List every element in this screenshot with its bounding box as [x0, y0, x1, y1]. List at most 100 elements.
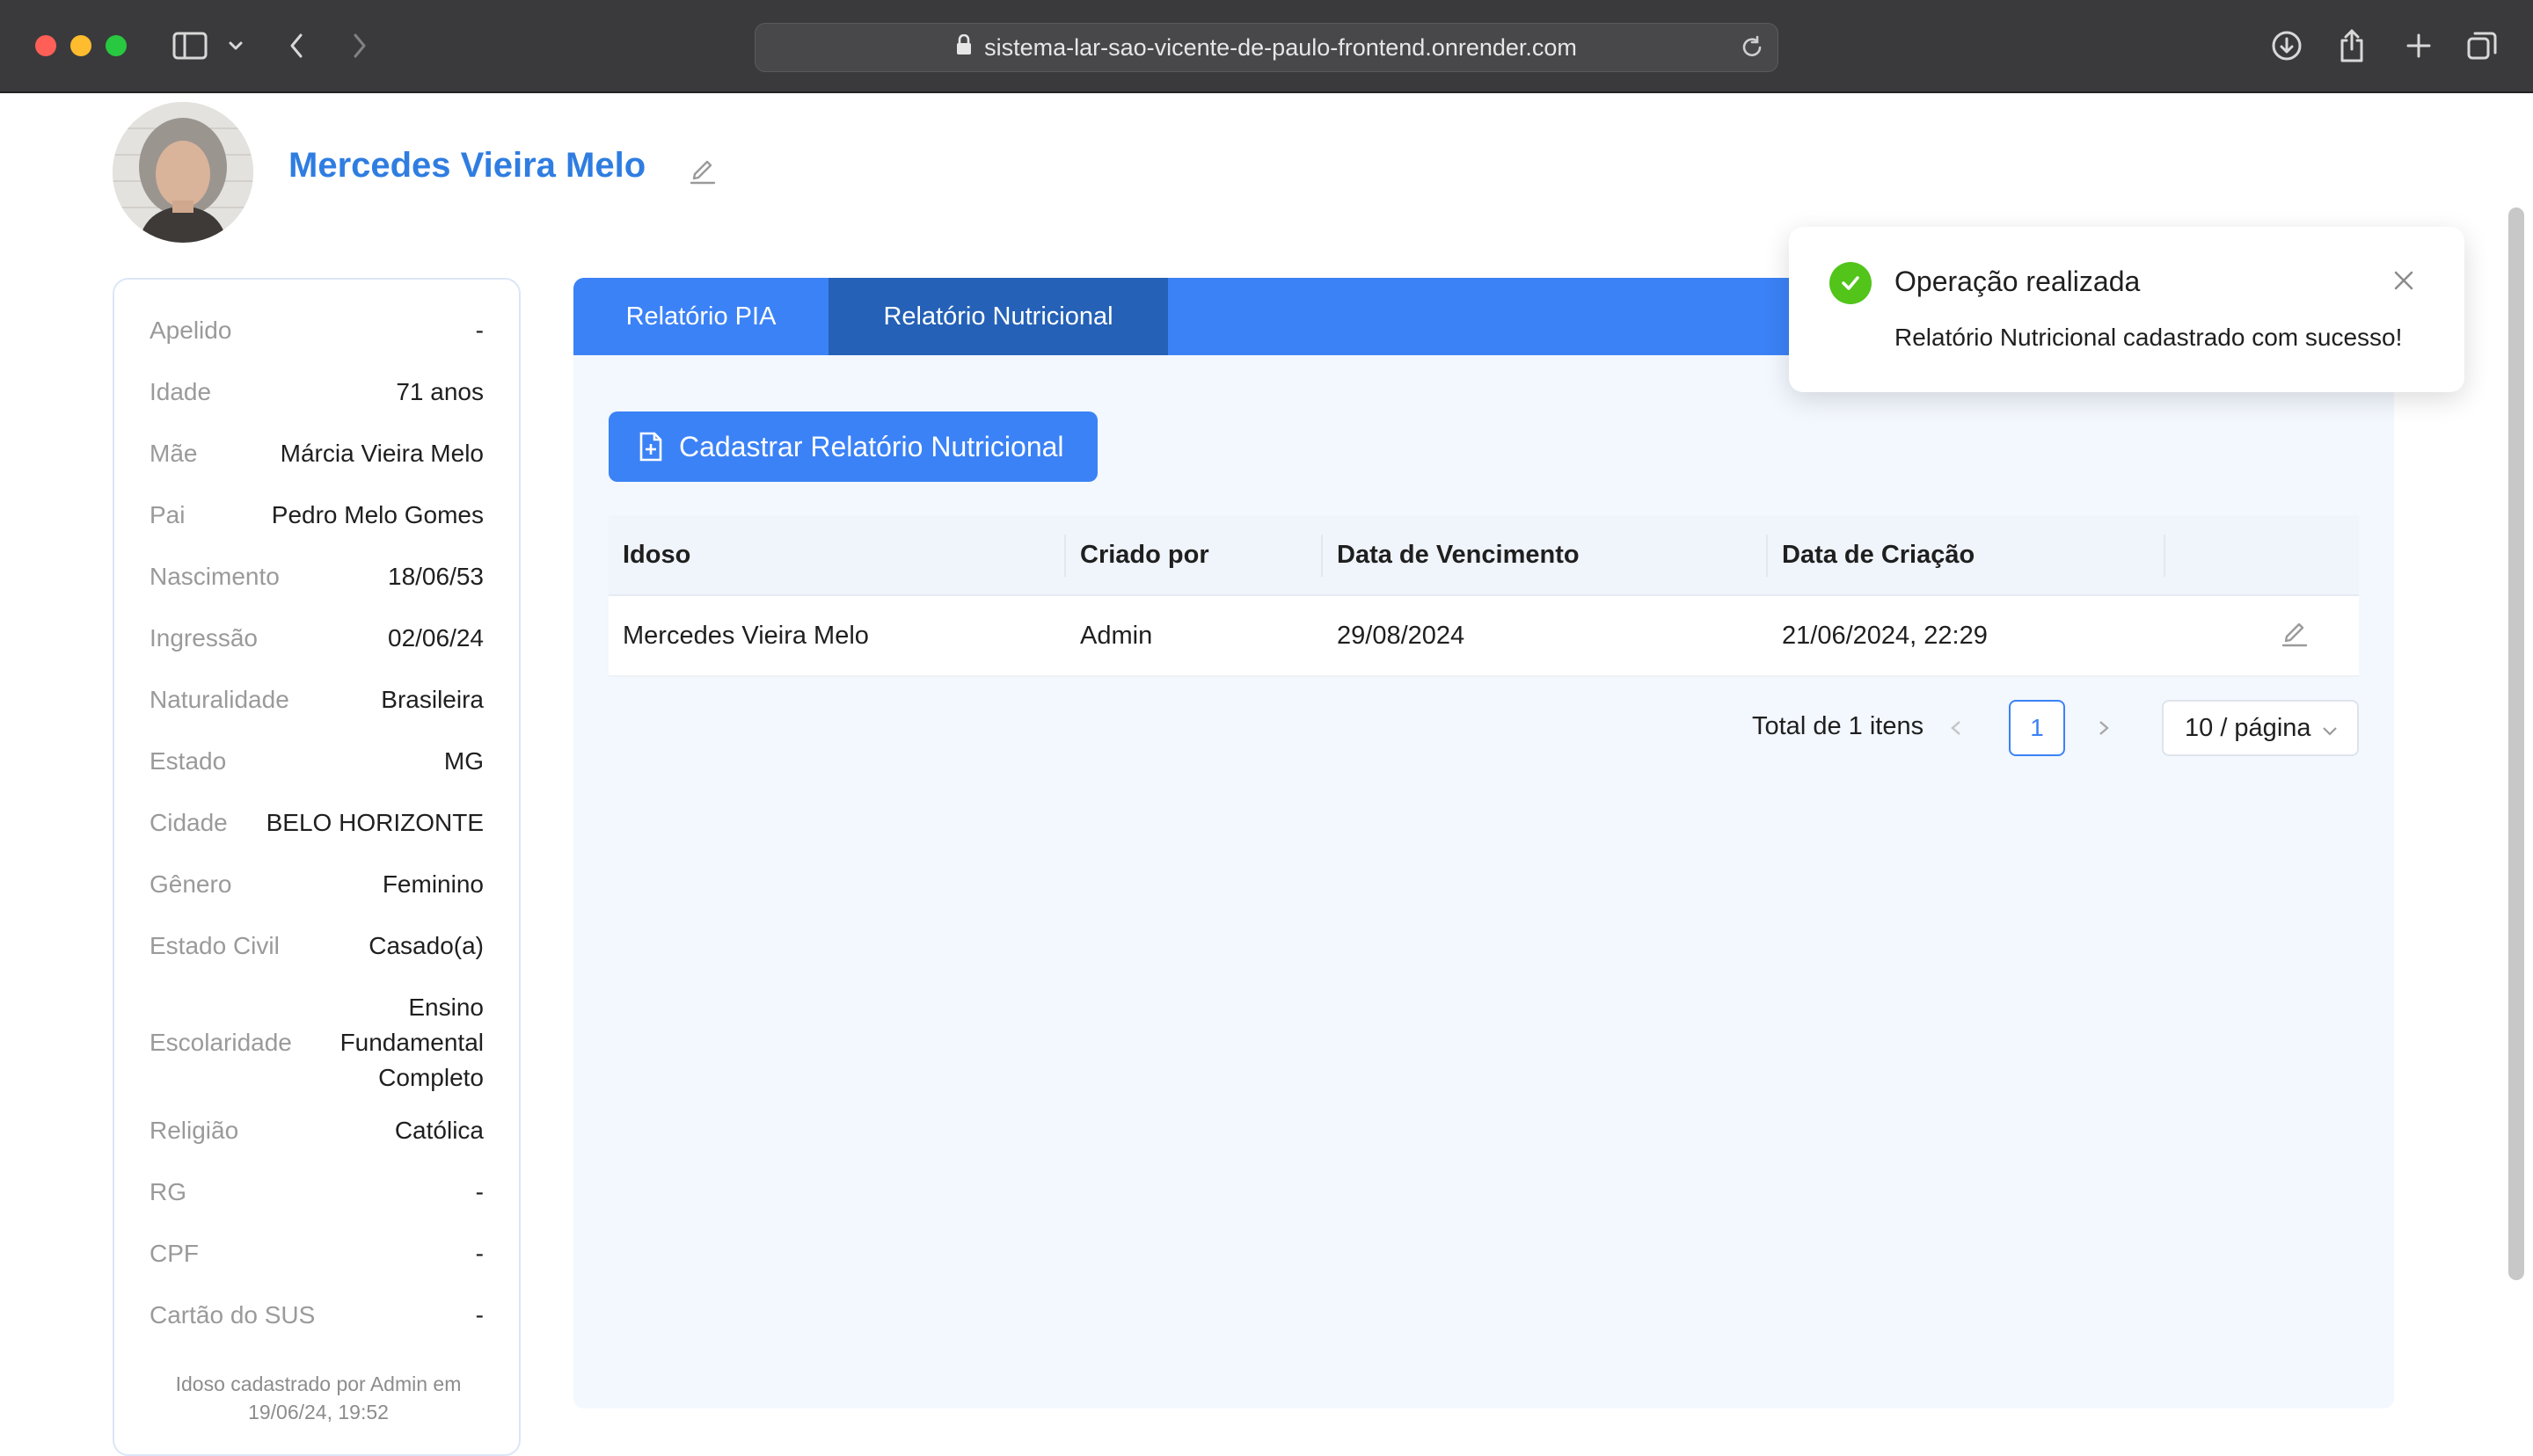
detail-label: Mãe [150, 440, 198, 467]
chevron-down-icon[interactable] [225, 26, 246, 65]
detail-row-ingressao: Ingressão 02/06/24 [150, 621, 484, 656]
detail-value: Brasileira [381, 686, 484, 713]
notification-message: Relatório Nutricional cadastrado com suc… [1894, 324, 2403, 351]
detail-label: Estado [150, 747, 227, 775]
registration-note-line: 19/06/24, 19:52 [248, 1401, 389, 1423]
table-header: Idoso Criado por Data de Vencimento Data… [609, 515, 2359, 596]
detail-value: 71 anos [396, 378, 484, 405]
tab-relatorio-nutricional[interactable]: Relatório Nutricional [829, 278, 1168, 355]
success-check-icon [1829, 262, 1872, 304]
profile-name: Mercedes Vieira Melo [288, 146, 646, 185]
pagination-total: Total de 1 itens [1752, 712, 1924, 740]
detail-row-religiao: Religião Católica [150, 1113, 484, 1148]
cell-idoso: Mercedes Vieira Melo [623, 621, 869, 650]
detail-value: 02/06/24 [388, 624, 484, 652]
detail-value: - [475, 317, 484, 344]
detail-value-line: Ensino [408, 994, 484, 1021]
cell-data-vencimento: 29/08/2024 [1337, 621, 1465, 650]
detail-value: Pedro Melo Gomes [271, 501, 484, 528]
forward-arrow-icon[interactable] [347, 26, 373, 65]
detail-row-cpf: CPF - [150, 1236, 484, 1271]
reports-table: Idoso Criado por Data de Vencimento Data… [609, 515, 2359, 677]
detail-value: Feminino [382, 870, 484, 898]
detail-row-mae: Mãe Márcia Vieira Melo [150, 436, 484, 471]
detail-label: Nascimento [150, 563, 280, 590]
column-header-criado-por: Criado por [1066, 515, 1323, 594]
table-row: Mercedes Vieira Melo Admin 29/08/2024 21… [609, 596, 2359, 677]
page-size-select[interactable]: 10 / página [2162, 700, 2359, 756]
detail-value: Católica [394, 1117, 484, 1144]
detail-value: BELO HORIZONTE [266, 809, 484, 836]
detail-row-rg: RG - [150, 1175, 484, 1210]
detail-row-genero: Gênero Feminino [150, 867, 484, 902]
create-nutrition-report-button[interactable]: Cadastrar Relatório Nutricional [609, 411, 1098, 482]
edit-profile-icon[interactable] [688, 155, 718, 189]
pagination-prev-icon[interactable] [1945, 714, 1967, 746]
detail-label: Ingressão [150, 624, 258, 652]
detail-label: Cidade [150, 809, 228, 836]
cell-criado-por: Admin [1080, 621, 1153, 650]
notification-title: Operação realizada [1894, 266, 2141, 297]
reports-panel: Relatório PIA Relatório Nutricional Cada… [573, 278, 2394, 1409]
url-text: sistema-lar-sao-vicente-de-paulo-fronten… [984, 33, 1577, 61]
minimize-window-button[interactable] [70, 35, 91, 56]
address-bar[interactable]: sistema-lar-sao-vicente-de-paulo-fronten… [755, 23, 1778, 72]
column-header-data-criacao: Data de Criação [1768, 515, 2165, 594]
column-header-data-vencimento: Data de Vencimento [1323, 515, 1768, 594]
browser-toolbar: sistema-lar-sao-vicente-de-paulo-fronten… [0, 0, 2533, 93]
detail-label: Escolaridade [150, 1029, 292, 1056]
sidebar-toggle-icon[interactable] [171, 26, 209, 65]
detail-value: 18/06/53 [388, 563, 484, 590]
pagination-next-icon[interactable] [2093, 714, 2114, 746]
detail-label: Naturalidade [150, 686, 289, 713]
success-notification: Operação realizada Relatório Nutricional… [1789, 227, 2464, 392]
download-icon[interactable] [2269, 26, 2304, 65]
avatar [113, 102, 253, 243]
detail-label: Gênero [150, 870, 232, 898]
zoom-window-button[interactable] [106, 35, 127, 56]
detail-label: Idade [150, 378, 212, 405]
detail-label: Pai [150, 501, 186, 528]
tab-relatorio-pia[interactable]: Relatório PIA [573, 278, 829, 355]
close-window-button[interactable] [35, 35, 56, 56]
cell-data-criacao: 21/06/2024, 22:29 [1782, 621, 1988, 650]
column-header-idoso: Idoso [609, 515, 1066, 594]
create-button-label: Cadastrar Relatório Nutricional [679, 430, 1064, 462]
detail-row-cartao-sus: Cartão do SUS - [150, 1298, 484, 1333]
page-scrollbar[interactable] [2508, 207, 2524, 1280]
column-header-actions [2165, 515, 2359, 594]
detail-row-nascimento: Nascimento 18/06/53 [150, 559, 484, 594]
detail-row-cidade: Cidade BELO HORIZONTE [150, 805, 484, 841]
tab-overview-icon[interactable] [2464, 26, 2500, 65]
detail-label: CPF [150, 1240, 199, 1267]
detail-label: Cartão do SUS [150, 1301, 316, 1329]
detail-label: Estado Civil [150, 932, 280, 959]
detail-value-line: Completo [378, 1064, 484, 1091]
new-tab-icon[interactable] [2401, 26, 2436, 65]
chevron-down-icon [2320, 719, 2340, 748]
pagination-page-1[interactable]: 1 [2009, 700, 2065, 756]
edit-report-icon[interactable] [2280, 617, 2310, 654]
share-icon[interactable] [2334, 26, 2369, 65]
resident-details-card: Apelido - Idade 71 anos Mãe Márcia Vieir… [113, 278, 521, 1456]
file-add-icon [639, 432, 662, 462]
page-size-value: 10 / página [2185, 713, 2311, 742]
detail-value: - [475, 1301, 484, 1329]
detail-row-apelido: Apelido - [150, 313, 484, 348]
reload-icon[interactable] [1739, 34, 1765, 67]
close-icon[interactable] [2392, 269, 2415, 296]
detail-value: MG [443, 747, 484, 775]
page-content: Mercedes Vieira Melo Apelido - Idade 71 … [0, 93, 2533, 1456]
detail-row-naturalidade: Naturalidade Brasileira [150, 682, 484, 717]
lock-icon [956, 33, 972, 62]
detail-value: - [475, 1178, 484, 1205]
detail-label: RG [150, 1178, 186, 1205]
detail-label: Religião [150, 1117, 239, 1144]
registration-note-line: Idoso cadastrado por Admin em [175, 1372, 462, 1395]
detail-label: Apelido [150, 317, 232, 344]
detail-row-escolaridade: Escolaridade Ensino Fundamental Completo [150, 990, 484, 1096]
detail-row-idade: Idade 71 anos [150, 375, 484, 410]
back-arrow-icon[interactable] [283, 26, 310, 65]
detail-value-line: Fundamental [339, 1029, 484, 1056]
detail-row-estado: Estado MG [150, 744, 484, 779]
